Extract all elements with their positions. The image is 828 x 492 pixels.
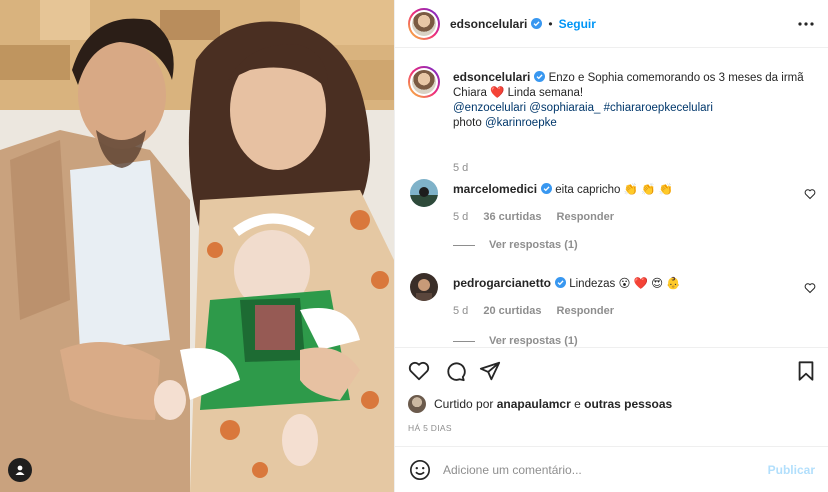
reply-button[interactable]: Responder xyxy=(557,305,614,317)
verified-badge-icon xyxy=(531,18,543,29)
comment-emojis: 👏 👏 👏 xyxy=(623,184,674,196)
hashtag-link[interactable]: #chiararoepkecelulari xyxy=(604,102,713,114)
caption-timestamp[interactable]: 5 d xyxy=(453,162,468,174)
more-options-icon[interactable] xyxy=(797,15,815,33)
liked-by-others[interactable]: outras pessoas xyxy=(584,397,672,411)
comment-icon[interactable] xyxy=(444,360,466,382)
liked-by-prefix: Curtido por xyxy=(434,397,494,411)
comment-item: marcelomedici eita capricho 👏 👏 👏 5 d 36… xyxy=(408,179,818,259)
comment-body: pedrogarcianetto Lindezas 😮 ❤️ 😍 👶 xyxy=(453,276,783,292)
heart-icon[interactable] xyxy=(804,282,816,294)
post-timestamp[interactable]: HÁ 5 DIAS xyxy=(408,423,452,433)
post-action-bar xyxy=(395,347,828,391)
author-username[interactable]: edsoncelulari xyxy=(450,17,527,31)
post-photo[interactable] xyxy=(0,0,394,492)
liked-by-summary[interactable]: Curtido por anapaulamcr e outras pessoas xyxy=(408,395,672,413)
comment-time[interactable]: 5 d xyxy=(453,211,468,223)
comment-emojis: 😮 ❤️ 😍 👶 xyxy=(618,278,681,290)
view-replies-label: Ver respostas (1) xyxy=(489,239,578,251)
caption-avatar[interactable] xyxy=(408,66,440,98)
publish-button[interactable]: Publicar xyxy=(768,463,815,477)
verified-badge-icon xyxy=(541,183,553,194)
emoji-icon[interactable] xyxy=(409,459,431,481)
comment-likes-count[interactable]: 20 curtidas xyxy=(483,305,541,317)
view-replies-button[interactable]: Ver respostas (1) xyxy=(453,335,578,347)
post-photo-illustration xyxy=(0,0,394,492)
caption-username[interactable]: edsoncelulari xyxy=(453,70,530,84)
bookmark-icon[interactable] xyxy=(795,360,817,382)
comment-item: pedrogarcianetto Lindezas 😮 ❤️ 😍 👶 5 d 2… xyxy=(408,273,818,347)
add-comment-bar: Publicar xyxy=(395,446,828,492)
mention-link[interactable]: @enzocelulari xyxy=(453,102,526,114)
commenter-username[interactable]: marcelomedici xyxy=(453,182,537,196)
author-avatar[interactable] xyxy=(408,7,440,40)
verified-badge-icon xyxy=(555,277,567,288)
post-sidebar: edsoncelulari • Seguir edsoncelulari Enz… xyxy=(394,0,828,492)
caption-text-part2: Linda semana! xyxy=(507,87,584,99)
comment-body: marcelomedici eita capricho 👏 👏 👏 xyxy=(453,182,783,198)
comments-list[interactable]: edsoncelulari Enzo e Sophia comemorando … xyxy=(395,48,828,347)
verified-badge-icon xyxy=(534,71,546,82)
header-separator: • xyxy=(548,16,553,31)
comment-text: eita capricho xyxy=(555,184,621,196)
comment-text: Lindezas xyxy=(569,278,616,290)
liked-by-connector: e xyxy=(574,397,581,411)
view-replies-label: Ver respostas (1) xyxy=(489,335,578,347)
follow-button[interactable]: Seguir xyxy=(559,17,596,31)
view-replies-button[interactable]: Ver respostas (1) xyxy=(453,239,578,251)
commenter-avatar[interactable] xyxy=(410,179,438,207)
photo-credit-label: photo xyxy=(453,117,482,129)
heart-emoji: ❤️ xyxy=(490,87,505,99)
mention-link[interactable]: @karinroepke xyxy=(485,117,557,129)
commenter-username[interactable]: pedrogarcianetto xyxy=(453,276,551,290)
heart-icon[interactable] xyxy=(804,188,816,200)
user-tag-icon[interactable] xyxy=(8,458,32,482)
comment-likes-count[interactable]: 36 curtidas xyxy=(483,211,541,223)
comment-actions: 5 d 36 curtidas Responder xyxy=(453,211,626,223)
commenter-avatar[interactable] xyxy=(410,273,438,301)
caption-text: edsoncelulari Enzo e Sophia comemorando … xyxy=(453,70,823,131)
comment-input[interactable] xyxy=(443,462,743,477)
liker-avatar[interactable] xyxy=(408,395,426,413)
reply-button[interactable]: Responder xyxy=(557,211,614,223)
mention-link[interactable]: @sophiaraia_ xyxy=(529,102,600,114)
share-icon[interactable] xyxy=(479,360,501,382)
liked-by-user[interactable]: anapaulamcr xyxy=(497,397,571,411)
comment-actions: 5 d 20 curtidas Responder xyxy=(453,305,626,317)
comment-time[interactable]: 5 d xyxy=(453,305,468,317)
heart-icon[interactable] xyxy=(408,360,430,382)
post-header: edsoncelulari • Seguir xyxy=(395,0,828,48)
